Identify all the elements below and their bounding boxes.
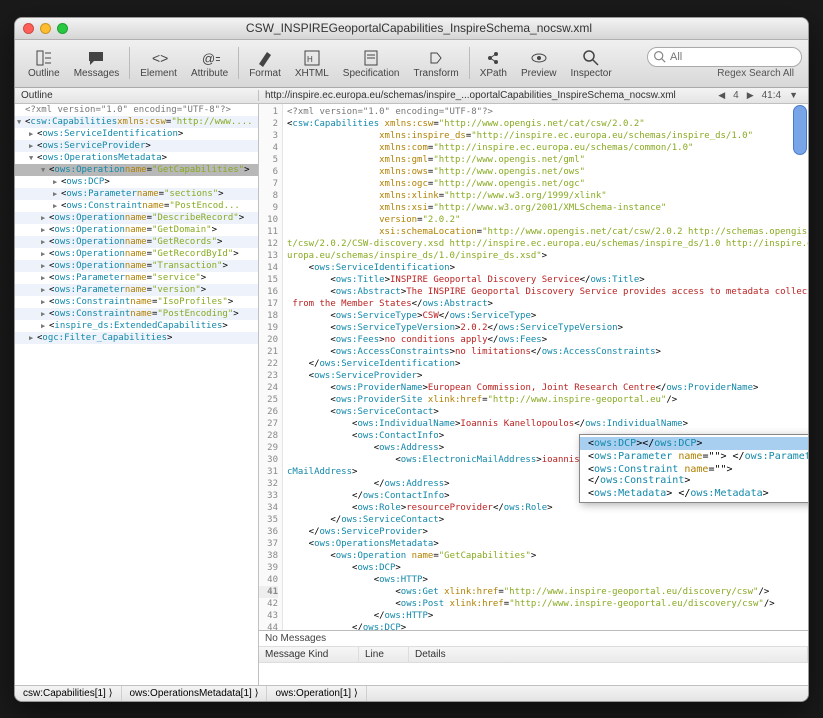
outline-row[interactable]: ▶<ows:Operation name="Transaction"> (15, 260, 258, 272)
outline-row[interactable]: ▶<ows:ServiceProvider> (15, 140, 258, 152)
close-button[interactable] (23, 23, 34, 34)
xhtml-icon: H (302, 48, 322, 68)
toolbar-format[interactable]: Format (242, 48, 288, 79)
messages-icon (86, 48, 106, 68)
svg-text:@=: @= (202, 51, 220, 66)
outline-row[interactable]: ▼<ows:OperationsMetadata> (15, 152, 258, 164)
toolbar-element[interactable]: <>Element (133, 48, 184, 79)
autocomplete-item[interactable]: <ows:Metadata> </ows:Metadata> (580, 487, 808, 500)
breadcrumb-item[interactable]: ows:OperationsMetadata[1] ⟩ (122, 686, 268, 701)
outline-row[interactable]: ▼<csw:Capabilities xmlns:csw="http://www… (15, 116, 258, 128)
search-icon (653, 50, 666, 63)
window: CSW_INSPIREGeoportalCapabilities_Inspire… (14, 17, 809, 702)
outline-row[interactable]: ▶<ows:Constraint name="IsoProfiles"> (15, 296, 258, 308)
cursor-position: ◀ 4 ▶ 41:4 ▼ (708, 90, 808, 101)
messages-header: Message Kind Line Details (259, 647, 808, 663)
col-line[interactable]: Line (359, 647, 409, 662)
messages-body[interactable] (259, 663, 808, 685)
xpath-icon (483, 48, 503, 68)
document-url[interactable]: http://inspire.ec.europa.eu/schemas/insp… (259, 90, 708, 101)
toolbar-specification[interactable]: Specification (336, 48, 407, 79)
editor-panel: 1234567891011121314151617181920212223242… (259, 104, 808, 685)
outline-row[interactable]: ▶<ows:Operation name="GetRecords"> (15, 236, 258, 248)
no-messages-label: No Messages (259, 631, 808, 647)
search-input[interactable] (647, 47, 802, 67)
toolbar-xpath[interactable]: XPath (473, 48, 514, 79)
toolbar-transform[interactable]: Transform (406, 48, 465, 79)
autocomplete-popup[interactable]: <ows:DCP></ows:DCP><ows:Parameter name="… (579, 434, 808, 503)
regex-label: Regex Search All (647, 68, 794, 79)
window-title: CSW_INSPIREGeoportalCapabilities_Inspire… (38, 21, 800, 35)
outline-icon (34, 48, 54, 68)
content-area: <?xml version="1.0" encoding="UTF-8"?>▼<… (15, 104, 808, 685)
toolbar-inspector[interactable]: Inspector (564, 48, 619, 79)
outline-row[interactable]: ▶<ows:Constraint name="PostEncoding"> (15, 308, 258, 320)
outline-panel[interactable]: <?xml version="1.0" encoding="UTF-8"?>▼<… (15, 104, 259, 685)
line-gutter: 1234567891011121314151617181920212223242… (259, 104, 283, 630)
messages-panel: No Messages Message Kind Line Details (259, 630, 808, 685)
location-bar: Outline http://inspire.ec.europa.eu/sche… (15, 88, 808, 104)
nav-next-icon[interactable]: ▶ (747, 90, 754, 101)
toolbar-outline[interactable]: Outline (21, 48, 67, 79)
search-wrap (647, 47, 802, 67)
outline-row[interactable]: ▼<ows:Operation name="GetCapabilities"> (15, 164, 258, 176)
nav-prev-icon[interactable]: ◀ (718, 90, 725, 101)
nav-down-icon[interactable]: ▼ (789, 90, 798, 100)
outline-row[interactable]: ▶<ogc:Filter_Capabilities> (15, 332, 258, 344)
toolbar-preview[interactable]: Preview (514, 48, 564, 79)
element-icon: <> (149, 48, 169, 68)
attribute-icon: @= (200, 48, 220, 68)
breadcrumb-item[interactable]: ows:Operation[1] ⟩ (267, 686, 366, 701)
autocomplete-item[interactable]: <ows:Parameter name=""> </ows:Parameter> (580, 450, 808, 463)
inspector-icon (581, 48, 601, 68)
outline-row[interactable]: ▶<ows:ServiceIdentification> (15, 128, 258, 140)
outline-row[interactable]: ▶<ows:Operation name="GetDomain"> (15, 224, 258, 236)
outline-row[interactable]: <?xml version="1.0" encoding="UTF-8"?> (15, 104, 258, 116)
autocomplete-item[interactable]: <ows:Constraint name=""> </ows:Constrain… (580, 463, 808, 487)
outline-row[interactable]: ▶<ows:Constraint name="PostEncod... (15, 200, 258, 212)
format-icon (255, 48, 275, 68)
svg-text:<>: <> (152, 50, 168, 66)
toolbar-xhtml[interactable]: HXHTML (288, 48, 336, 79)
breadcrumb-item[interactable]: csw:Capabilities[1] ⟩ (15, 686, 122, 701)
toolbar: OutlineMessages<>Element@=AttributeForma… (15, 40, 808, 88)
svg-text:H: H (307, 55, 313, 64)
code-text[interactable]: <?xml version="1.0" encoding="UTF-8"?><c… (283, 104, 808, 630)
breadcrumb-bar: csw:Capabilities[1] ⟩ows:OperationsMetad… (15, 685, 808, 701)
col-details[interactable]: Details (409, 647, 808, 662)
preview-icon (529, 48, 549, 68)
outline-row[interactable]: ▶<inspire_ds:ExtendedCapabilities> (15, 320, 258, 332)
outline-row[interactable]: ▶<ows:Operation name="DescribeRecord"> (15, 212, 258, 224)
outline-row[interactable]: ▶<ows:Parameter name="sections"> (15, 188, 258, 200)
toolbar-attribute[interactable]: @=Attribute (184, 48, 235, 79)
autocomplete-item[interactable]: <ows:DCP></ows:DCP> (580, 437, 808, 450)
transform-icon (426, 48, 446, 68)
toolbar-messages[interactable]: Messages (67, 48, 127, 79)
outline-row[interactable]: ▶<ows:Parameter name="version"> (15, 284, 258, 296)
specification-icon (361, 48, 381, 68)
col-kind[interactable]: Message Kind (259, 647, 359, 662)
outline-row[interactable]: ▶<ows:Operation name="GetRecordById"> (15, 248, 258, 260)
outline-header: Outline (15, 90, 259, 101)
vertical-scrollbar[interactable] (793, 105, 807, 155)
titlebar[interactable]: CSW_INSPIREGeoportalCapabilities_Inspire… (15, 18, 808, 40)
code-area[interactable]: 1234567891011121314151617181920212223242… (259, 104, 808, 630)
outline-row[interactable]: ▶<ows:Parameter name="service"> (15, 272, 258, 284)
outline-row[interactable]: ▶<ows:DCP> (15, 176, 258, 188)
